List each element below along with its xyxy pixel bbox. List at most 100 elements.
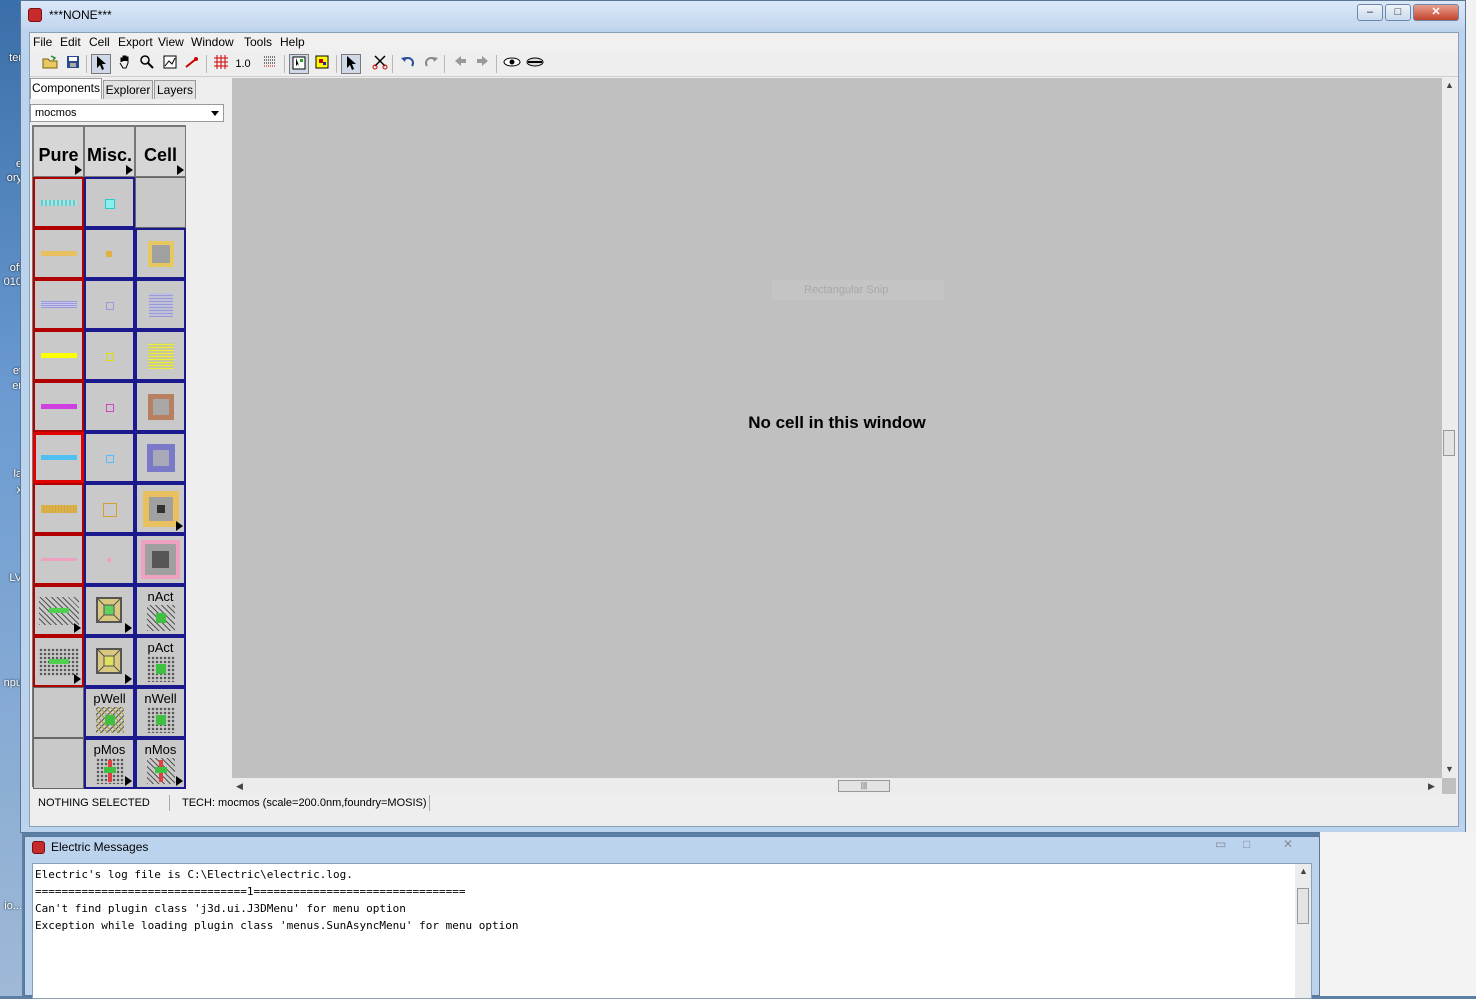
pan-icon[interactable] <box>115 54 135 74</box>
palette-misc-pin4[interactable] <box>84 330 135 381</box>
palette-misc-pin3[interactable] <box>84 279 135 330</box>
tab-components[interactable]: Components <box>30 78 102 99</box>
palette-cell-contact3[interactable] <box>135 330 186 381</box>
scroll-right-icon[interactable]: ▶ <box>1428 781 1435 792</box>
palette-pure-active-p[interactable] <box>33 636 84 687</box>
desktop-icon-label[interactable]: et <box>0 365 22 377</box>
palette-pure-metal1[interactable] <box>33 228 84 279</box>
palette-misc-pin6[interactable] <box>84 432 135 483</box>
vertical-scroll-thumb[interactable] <box>1443 430 1455 456</box>
messages-log[interactable]: Electric's log file is C:\Electric\elect… <box>32 863 1312 999</box>
palette-pure-select[interactable] <box>33 534 84 585</box>
palette-misc-substrate-contact[interactable] <box>84 636 135 687</box>
palette-misc-pin5[interactable] <box>84 381 135 432</box>
desktop-icon-label[interactable]: oft <box>0 262 22 274</box>
minimize-button[interactable]: – <box>1357 4 1383 21</box>
palette-misc-pwell[interactable]: pWell <box>84 687 135 738</box>
desktop-icon-label[interactable]: ory <box>0 172 22 184</box>
tab-layers[interactable]: Layers <box>154 80 196 99</box>
grid-align-icon[interactable] <box>260 54 280 74</box>
maximize-icon[interactable]: □ <box>1243 837 1250 851</box>
desktop-icon-label[interactable]: npu <box>0 677 22 689</box>
desktop-icon-label[interactable]: x <box>0 484 23 496</box>
menu-export[interactable]: Export <box>118 35 153 49</box>
minimize-icon[interactable]: ▭ <box>1215 837 1226 851</box>
forward-icon[interactable] <box>473 54 493 74</box>
cut-icon[interactable] <box>370 54 390 74</box>
measure-icon[interactable] <box>182 54 202 74</box>
desktop-icon-label[interactable]: ter <box>0 52 22 64</box>
horizontal-scrollbar[interactable]: ◀ ||| ▶ <box>232 778 1442 794</box>
full-select-icon[interactable] <box>289 54 309 74</box>
palette-pure-metal5[interactable] <box>33 432 84 483</box>
menu-window[interactable]: Window <box>191 35 234 49</box>
desktop-icon-label[interactable]: io... <box>0 900 22 912</box>
palette-header-pure[interactable]: Pure <box>33 126 84 177</box>
desktop-icon-label[interactable]: e <box>0 158 22 170</box>
maximize-button[interactable]: □ <box>1385 4 1411 21</box>
back-icon[interactable] <box>450 54 470 74</box>
scroll-up-icon[interactable]: ▲ <box>1445 80 1454 90</box>
open-icon[interactable] <box>40 54 60 74</box>
menu-tools[interactable]: Tools <box>244 35 272 49</box>
palette-pure-metal6[interactable] <box>33 483 84 534</box>
vertical-scrollbar[interactable]: ▲ <box>1295 864 1311 998</box>
close-button[interactable]: ✕ <box>1413 4 1459 21</box>
undo-icon[interactable] <box>398 54 418 74</box>
palette-cell-nmos[interactable]: nMos <box>135 738 186 789</box>
menu-edit[interactable]: Edit <box>60 35 81 49</box>
redo-icon[interactable] <box>421 54 441 74</box>
scroll-left-icon[interactable]: ◀ <box>236 781 243 792</box>
palette-misc-pmos[interactable]: pMos <box>84 738 135 789</box>
vertical-scroll-thumb[interactable] <box>1297 888 1309 924</box>
special-select-icon[interactable] <box>312 54 332 74</box>
close-icon[interactable]: ✕ <box>1283 837 1293 851</box>
grid-icon[interactable] <box>211 54 231 74</box>
outline-icon[interactable] <box>160 54 180 74</box>
scroll-down-icon[interactable]: ▼ <box>1445 764 1454 774</box>
desktop-icon-label[interactable]: LV <box>0 572 22 584</box>
palette-cell-nact[interactable]: nAct <box>135 585 186 636</box>
palette-pure-metal4[interactable] <box>33 381 84 432</box>
menu-cell[interactable]: Cell <box>89 35 110 49</box>
grid-value[interactable]: 1.0 <box>233 54 253 74</box>
palette-cell-contact4[interactable] <box>135 381 186 432</box>
palette-misc-pin1[interactable] <box>84 177 135 228</box>
palette-cell-contact1[interactable] <box>135 228 186 279</box>
vertical-scrollbar[interactable]: ▲ ▼ <box>1442 78 1456 778</box>
palette-misc-pin2[interactable] <box>84 228 135 279</box>
menu-help[interactable]: Help <box>280 35 305 49</box>
desktop-icon-label[interactable]: 010 <box>0 276 22 288</box>
edit-canvas[interactable]: Rectangular Snip No cell in this window … <box>232 78 1456 794</box>
palette-cell-contact7[interactable] <box>135 534 186 585</box>
arrow-select-icon[interactable] <box>341 54 361 74</box>
palette-misc-pin7[interactable] <box>84 483 135 534</box>
palette-cell-nwell[interactable]: nWell <box>135 687 186 738</box>
hide-icon[interactable] <box>525 54 545 74</box>
palette-header-misc[interactable]: Misc. <box>84 126 135 177</box>
palette-misc-pin8[interactable] <box>84 534 135 585</box>
desktop-icon-label[interactable]: er <box>0 380 22 392</box>
palette-misc-well-contact[interactable] <box>84 585 135 636</box>
palette-header-cell[interactable]: Cell <box>135 126 186 177</box>
palette-pure-active-n[interactable] <box>33 585 84 636</box>
palette-pure-poly1[interactable] <box>33 177 84 228</box>
palette-pure-metal3[interactable] <box>33 330 84 381</box>
palette-cell-contact5[interactable] <box>135 432 186 483</box>
save-icon[interactable] <box>63 54 83 74</box>
desktop-icon-label[interactable]: la <box>0 468 22 480</box>
horizontal-scroll-thumb[interactable]: ||| <box>838 780 890 792</box>
palette-pure-metal2[interactable] <box>33 279 84 330</box>
title-bar[interactable]: ***NONE*** – □ ✕ <box>21 1 1465 29</box>
tab-explorer[interactable]: Explorer <box>103 80 153 99</box>
menu-view[interactable]: View <box>158 35 184 49</box>
palette-cell-contact2[interactable] <box>135 279 186 330</box>
select-icon[interactable] <box>91 54 111 74</box>
show-icon[interactable] <box>502 54 522 74</box>
technology-select[interactable]: mocmos <box>30 104 224 122</box>
menu-file[interactable]: File <box>33 35 52 49</box>
palette-cell-contact6[interactable] <box>135 483 186 534</box>
palette-cell-pact[interactable]: pAct <box>135 636 186 687</box>
scroll-up-icon[interactable]: ▲ <box>1299 866 1308 876</box>
zoom-icon[interactable] <box>137 54 157 74</box>
